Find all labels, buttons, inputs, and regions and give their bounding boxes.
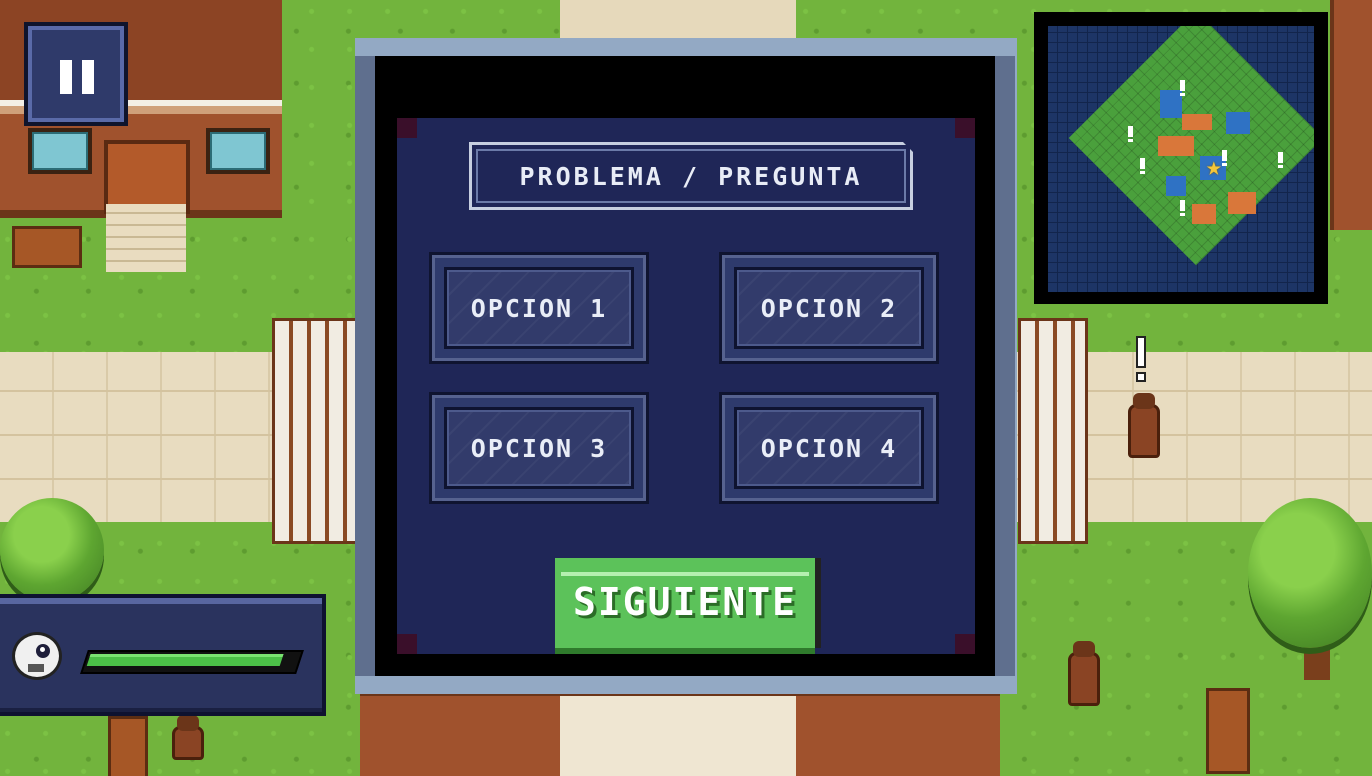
option-1-button[interactable]: OPCION 1: [429, 252, 649, 364]
tree: [1248, 498, 1372, 648]
east-stairs: [1018, 318, 1088, 544]
bench: [108, 716, 148, 776]
stone-path-north: [560, 0, 796, 40]
panel-corner: [397, 634, 417, 654]
minimap-building: [1166, 176, 1186, 196]
west-stairs: [272, 318, 360, 544]
npc-student[interactable]: [1068, 641, 1100, 706]
minimap-grid: ★: [1048, 26, 1314, 292]
npc-student[interactable]: [172, 715, 204, 760]
option-4-button[interactable]: OPCION 4: [719, 392, 939, 504]
option-4-label: OPCION 4: [760, 433, 898, 463]
minimap-quest-marker-icon: [1128, 126, 1133, 142]
east-building: [1330, 0, 1372, 230]
building-window: [28, 128, 92, 174]
option-2-button[interactable]: OPCION 2: [719, 252, 939, 364]
bench: [1206, 688, 1250, 774]
building-window: [206, 128, 270, 174]
option-2-label: OPCION 2: [760, 293, 898, 323]
building-steps: [106, 204, 186, 272]
question-text: PROBLEMA / PREGUNTA: [519, 161, 863, 191]
bench: [12, 226, 82, 268]
question-box: PROBLEMA / PREGUNTA: [469, 142, 913, 210]
question-dialog: PROBLEMA / PREGUNTA OPCION 1 OPCION 2 OP…: [355, 38, 1017, 694]
minimap-building: [1228, 192, 1256, 214]
npc-student[interactable]: [1128, 393, 1160, 458]
minimap-quest-marker-icon: [1278, 152, 1283, 168]
south-building: [360, 690, 1000, 776]
minimap-building: [1182, 114, 1212, 130]
dialog-panel: PROBLEMA / PREGUNTA OPCION 1 OPCION 2 OP…: [397, 118, 975, 654]
tree: [0, 498, 104, 602]
next-button[interactable]: SIGUIENTE: [555, 558, 815, 648]
next-button-label: SIGUIENTE: [573, 580, 797, 624]
minimap-building: [1160, 90, 1182, 118]
bird-avatar-icon: [8, 628, 68, 686]
minimap-quest-marker-icon: [1180, 200, 1185, 216]
minimap[interactable]: ★: [1034, 12, 1328, 304]
health-bar: [80, 650, 304, 674]
panel-corner: [955, 118, 975, 138]
pause-button[interactable]: [24, 22, 128, 126]
minimap-building: [1192, 204, 1216, 224]
minimap-quest-marker-icon: [1180, 80, 1185, 96]
minimap-quest-marker-icon: [1222, 150, 1227, 166]
minimap-building: [1158, 136, 1194, 156]
dialog-border: PROBLEMA / PREGUNTA OPCION 1 OPCION 2 OP…: [355, 56, 1015, 676]
option-1-label: OPCION 1: [470, 293, 608, 323]
player-status-panel: [0, 594, 326, 716]
building-door: [104, 140, 190, 214]
panel-corner: [955, 634, 975, 654]
health-bar-fill: [86, 654, 284, 666]
minimap-building: [1226, 112, 1250, 134]
minimap-quest-marker-icon: [1140, 158, 1145, 174]
npc-alert-icon: [1136, 336, 1146, 382]
panel-corner: [397, 118, 417, 138]
minimap-player-marker-icon: ★: [1206, 152, 1222, 182]
option-3-button[interactable]: OPCION 3: [429, 392, 649, 504]
option-3-label: OPCION 3: [470, 433, 608, 463]
